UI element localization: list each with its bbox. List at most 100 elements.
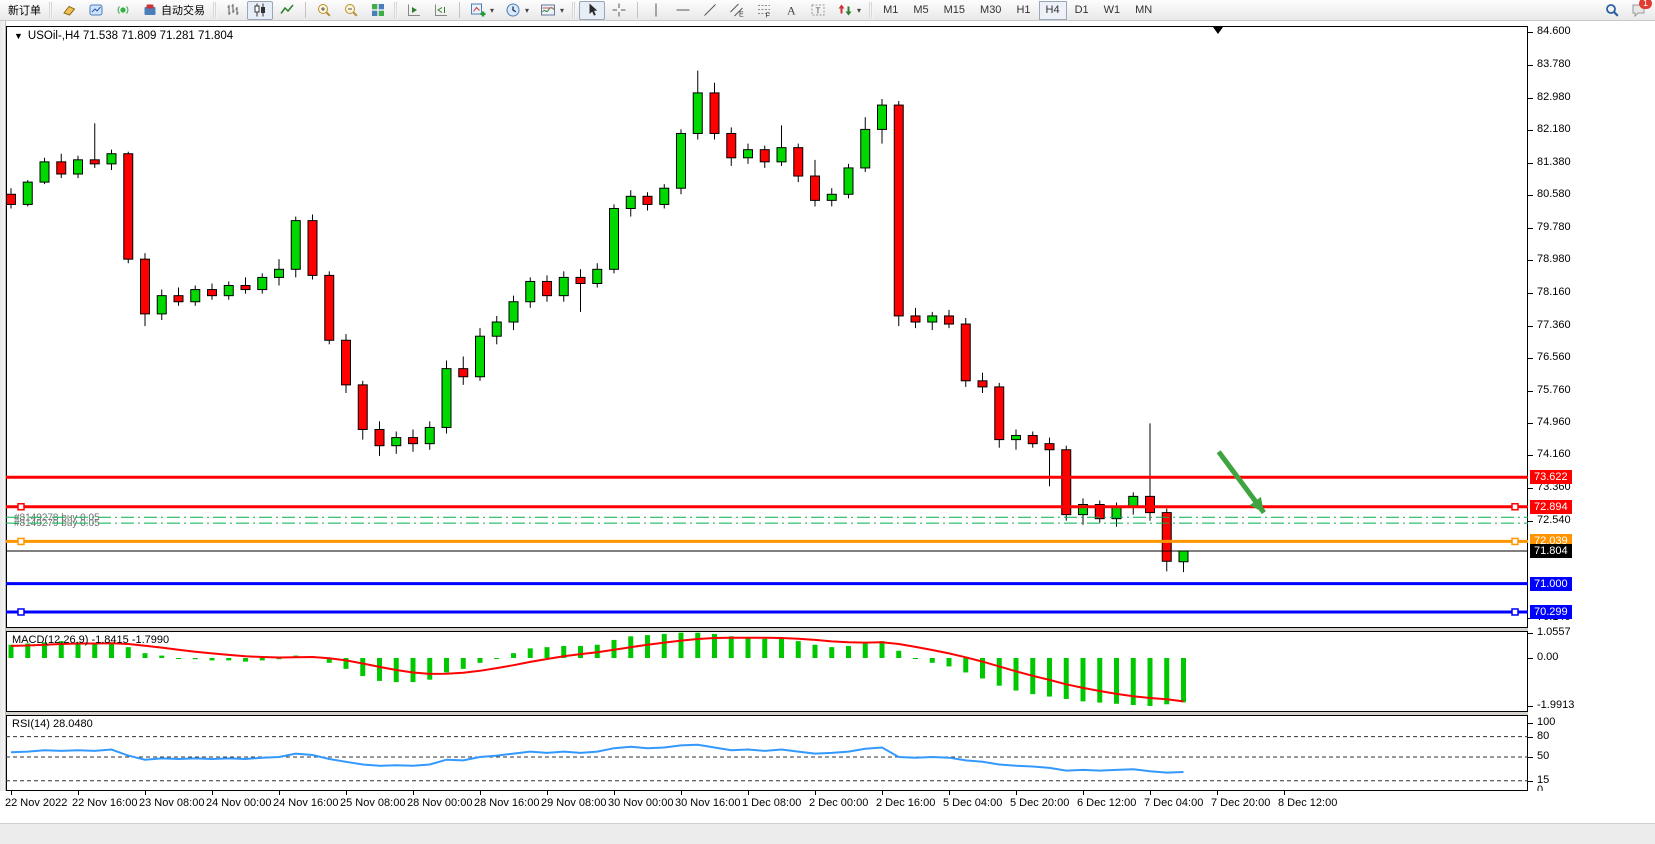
time-tick-label: 5 Dec 04:00 (943, 797, 1002, 809)
chevron-down-icon[interactable]: ▾ (560, 6, 564, 15)
time-tick-label: 24 Nov 00:00 (206, 797, 271, 809)
tf-d1-label: D1 (1075, 4, 1089, 16)
svg-text:E: E (739, 12, 744, 19)
line-chart-button[interactable] (274, 1, 300, 20)
book-button[interactable] (56, 1, 82, 20)
rsi-pane[interactable] (6, 715, 1528, 791)
periods-button[interactable]: ▾ (500, 1, 534, 20)
toolbar-separator (459, 2, 460, 18)
fibo-icon: F (756, 2, 772, 18)
price-tick (1528, 130, 1533, 131)
tf-h1[interactable]: H1 (1009, 1, 1037, 20)
tile-windows-button[interactable] (365, 1, 391, 20)
price-flag-label: 73.622 (1530, 470, 1572, 484)
autotrading-button[interactable]: 自动交易 (137, 1, 210, 20)
time-axis[interactable]: 22 Nov 202222 Nov 16:0023 Nov 08:0024 No… (0, 791, 1655, 823)
autotrading-icon (142, 2, 158, 18)
tf-m15[interactable]: M15 (937, 1, 972, 20)
time-tick-label: 2 Dec 00:00 (809, 797, 868, 809)
line-handle[interactable] (18, 538, 24, 544)
tf-w1[interactable]: W1 (1097, 1, 1128, 20)
price-tick (1528, 423, 1533, 424)
crosshair-icon (611, 2, 627, 18)
trendline-button[interactable] (697, 1, 723, 20)
svg-text:F: F (766, 13, 770, 19)
new-order-button[interactable]: 新订单 (3, 1, 46, 20)
chevron-down-icon[interactable]: ▾ (857, 6, 861, 15)
search-button[interactable] (1599, 1, 1625, 20)
auto-scroll-icon (406, 2, 422, 18)
price-flag-label: 71.000 (1530, 577, 1572, 591)
text-button[interactable]: A (778, 1, 804, 20)
zoom-in-button[interactable] (311, 1, 337, 20)
time-tick-label: 6 Dec 12:00 (1077, 797, 1136, 809)
time-tick-label: 29 Nov 08:00 (541, 797, 606, 809)
price-tick-label: 82.180 (1537, 123, 1571, 135)
tf-m5[interactable]: M5 (906, 1, 935, 20)
vline-icon (648, 2, 664, 18)
line-handle[interactable] (18, 609, 24, 615)
price-tick (1528, 260, 1533, 261)
macd-pane[interactable] (6, 631, 1528, 712)
line-handle[interactable] (1512, 504, 1518, 510)
price-tick-label: 78.160 (1537, 286, 1571, 298)
candlestick-button[interactable] (247, 1, 273, 20)
tf-m30[interactable]: M30 (973, 1, 1008, 20)
indicators-button[interactable]: ▾ (465, 1, 499, 20)
price-tick-label: 83.780 (1537, 58, 1571, 70)
toolbar-separator (637, 2, 638, 18)
arrows-button[interactable]: ▾ (832, 1, 866, 20)
book-icon (61, 2, 77, 18)
time-tick (815, 791, 816, 795)
line-handle[interactable] (1512, 609, 1518, 615)
hline-button[interactable] (670, 1, 696, 20)
collapse-arrow-icon[interactable]: ▼ (14, 31, 23, 41)
time-tick-label: 24 Nov 16:00 (273, 797, 338, 809)
cursor-button[interactable] (579, 1, 605, 20)
fibonacci-button[interactable]: F (751, 1, 777, 20)
terminal-button[interactable] (83, 1, 109, 20)
price-tick (1528, 65, 1533, 66)
toolbar-separator (305, 2, 306, 18)
time-tick-label: 5 Dec 20:00 (1010, 797, 1069, 809)
price-axis[interactable]: 84.60083.78082.98082.18081.38080.58079.7… (1528, 21, 1655, 810)
macd-tick (1528, 706, 1533, 707)
tf-mn[interactable]: MN (1128, 1, 1159, 20)
auto-scroll-button[interactable] (401, 1, 427, 20)
zoom-out-button[interactable] (338, 1, 364, 20)
chart-shift-marker[interactable] (1213, 27, 1223, 34)
order-labels: #8149278 buy 0.05#8149279 buy 0.05 (14, 512, 100, 529)
vline-button[interactable] (643, 1, 669, 20)
time-tick-label: 28 Nov 00:00 (407, 797, 472, 809)
price-tick-label: 76.560 (1537, 351, 1571, 363)
line-handle[interactable] (18, 504, 24, 510)
label-button[interactable]: T (805, 1, 831, 20)
crosshair-button[interactable] (606, 1, 632, 20)
signals-button[interactable] (110, 1, 136, 20)
trendline-icon (702, 2, 718, 18)
line-handle[interactable] (1512, 538, 1518, 544)
price-tick-label: 79.780 (1537, 221, 1571, 233)
price-tick (1528, 358, 1533, 359)
templates-button[interactable]: ▾ (535, 1, 569, 20)
chart-shift-button[interactable] (428, 1, 454, 20)
time-tick (547, 791, 548, 795)
tf-h4[interactable]: H4 (1039, 1, 1067, 20)
channel-icon: E (729, 2, 745, 18)
chevron-down-icon[interactable]: ▾ (490, 6, 494, 15)
price-tick-label: 77.360 (1537, 319, 1571, 331)
chat-button[interactable]: 1 (1626, 1, 1652, 20)
time-tick (949, 791, 950, 795)
price-chart-pane[interactable]: #8149278 buy 0.05#8149279 buy 0.05 (6, 26, 1528, 628)
price-flag-label: 70.299 (1530, 605, 1572, 619)
tf-m1[interactable]: M1 (876, 1, 905, 20)
time-tick-label: 28 Nov 16:00 (474, 797, 539, 809)
autotrading-button-label: 自动交易 (161, 2, 205, 18)
chevron-down-icon[interactable]: ▾ (525, 6, 529, 15)
channel-button[interactable]: E (724, 1, 750, 20)
macd-tick-label: -1.9913 (1537, 699, 1574, 711)
time-tick (413, 791, 414, 795)
tf-w1-label: W1 (1104, 4, 1121, 16)
tf-d1[interactable]: D1 (1068, 1, 1096, 20)
bar-chart-button[interactable] (220, 1, 246, 20)
